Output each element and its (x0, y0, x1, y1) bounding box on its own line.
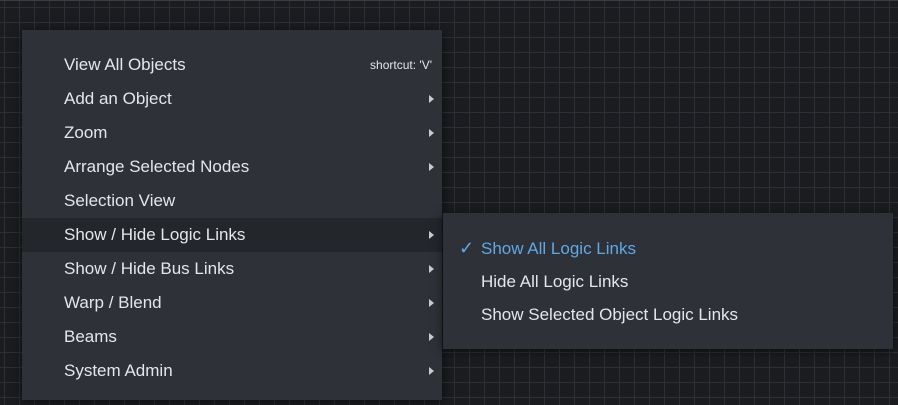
submenu-item-show-selected-object-logic-links[interactable]: Show Selected Object Logic Links (443, 298, 893, 331)
menu-item-label: View All Objects (64, 55, 186, 74)
menu-item-label: System Admin (64, 361, 173, 380)
menu-item-label: Arrange Selected Nodes (64, 157, 250, 176)
check-icon: ✓ (459, 238, 475, 258)
menu-item-warp-blend[interactable]: Warp / Blend (22, 286, 442, 320)
menu-item-system-admin[interactable]: System Admin (22, 354, 442, 388)
chevron-right-icon (429, 95, 434, 103)
menu-item-show-hide-bus-links[interactable]: Show / Hide Bus Links (22, 252, 442, 286)
submenu-item-label: Show All Logic Links (481, 239, 636, 258)
menu-item-label: Selection View (64, 191, 176, 210)
chevron-right-icon (429, 129, 434, 137)
menu-item-label: Beams (64, 327, 117, 346)
menu-item-label: Zoom (64, 123, 108, 142)
menu-item-zoom[interactable]: Zoom (22, 116, 442, 150)
logic-links-submenu: ✓ Show All Logic Links Hide All Logic Li… (443, 213, 893, 349)
menu-item-show-hide-logic-links[interactable]: Show / Hide Logic Links (22, 218, 442, 252)
shortcut-hint: shortcut: 'V' (370, 58, 432, 72)
chevron-right-icon (429, 265, 434, 273)
context-menu: View All Objects shortcut: 'V' Add an Ob… (22, 30, 442, 400)
menu-item-add-an-object[interactable]: Add an Object (22, 82, 442, 116)
chevron-right-icon (429, 231, 434, 239)
submenu-item-label: Show Selected Object Logic Links (481, 305, 739, 324)
menu-item-label: Add an Object (64, 89, 172, 108)
chevron-right-icon (429, 333, 434, 341)
menu-item-arrange-selected-nodes[interactable]: Arrange Selected Nodes (22, 150, 442, 184)
menu-item-label: Show / Hide Bus Links (64, 259, 235, 278)
submenu-item-show-all-logic-links[interactable]: ✓ Show All Logic Links (443, 232, 893, 265)
menu-item-label: Show / Hide Logic Links (64, 225, 246, 244)
menu-item-label: Warp / Blend (64, 293, 162, 312)
menu-item-beams[interactable]: Beams (22, 320, 442, 354)
chevron-right-icon (429, 163, 434, 171)
submenu-item-label: Hide All Logic Links (481, 272, 629, 291)
menu-item-selection-view[interactable]: Selection View (22, 184, 442, 218)
chevron-right-icon (429, 299, 434, 307)
chevron-right-icon (429, 367, 434, 375)
submenu-item-hide-all-logic-links[interactable]: Hide All Logic Links (443, 265, 893, 298)
menu-item-view-all-objects[interactable]: View All Objects shortcut: 'V' (22, 48, 442, 82)
